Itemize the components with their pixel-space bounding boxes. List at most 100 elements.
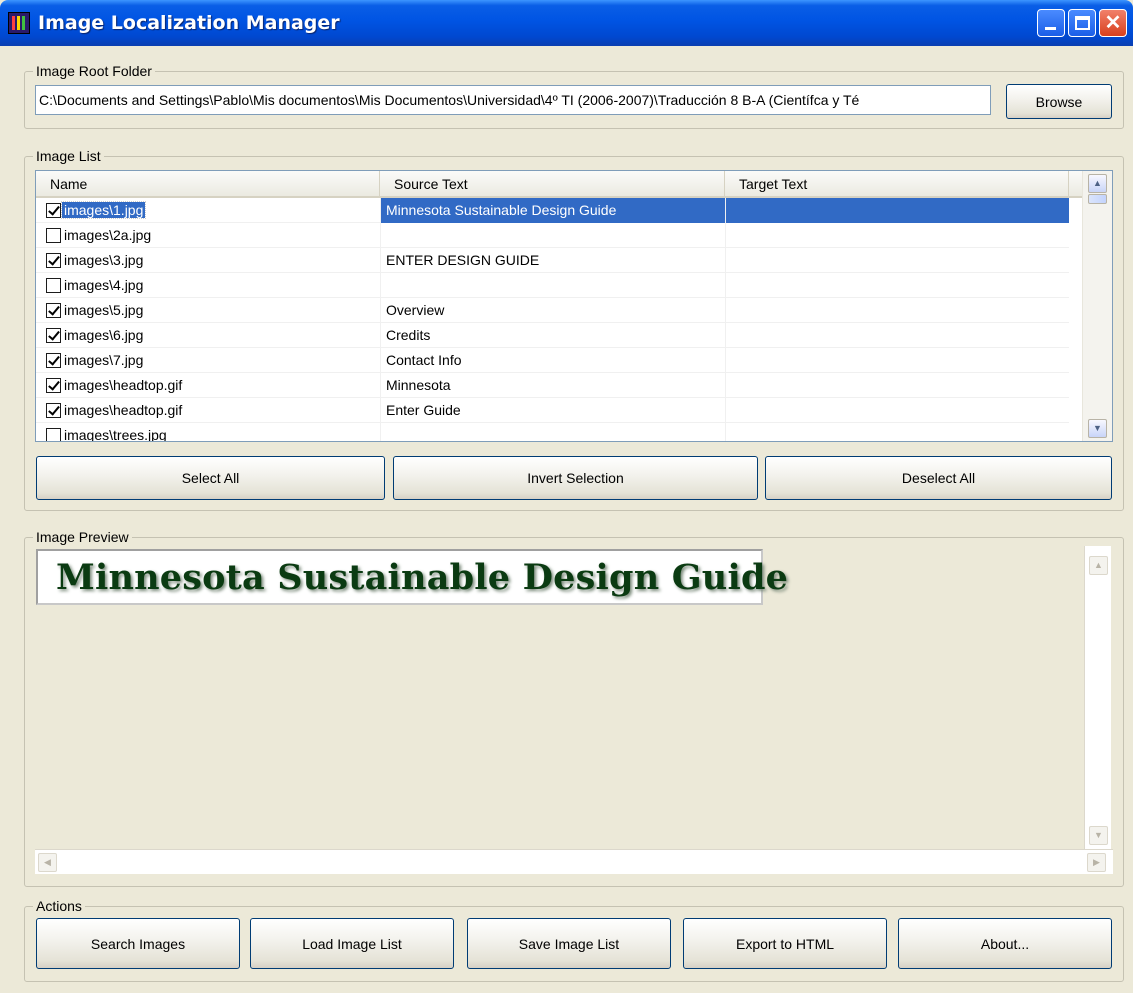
- preview-horizontal-scrollbar[interactable]: ◀ ▶: [35, 849, 1113, 874]
- row-name-text: images\headtop.gif: [64, 402, 183, 418]
- cell-target-text: [725, 373, 1069, 398]
- close-icon: ✕: [1104, 12, 1122, 34]
- maximize-button[interactable]: [1068, 9, 1096, 37]
- preview-vertical-scrollbar[interactable]: ▲ ▼: [1084, 546, 1111, 854]
- row-checkbox[interactable]: [46, 228, 61, 243]
- list-rows: images\1.jpg Minnesota Sustainable Design…: [36, 198, 1069, 442]
- row-name-text: images\5.jpg: [64, 302, 144, 318]
- row-name-text: images\3.jpg: [64, 252, 144, 268]
- cell-target-text: [725, 198, 1069, 223]
- load-image-list-button[interactable]: Load Image List: [250, 918, 454, 969]
- cell-name: images\2a.jpg: [36, 223, 380, 248]
- search-images-button[interactable]: Search Images: [36, 918, 240, 969]
- table-row[interactable]: images\4.jpg: [36, 273, 1069, 298]
- row-name-text: images\trees.jpg: [64, 427, 167, 442]
- invert-selection-button[interactable]: Invert Selection: [393, 456, 758, 500]
- preview-scroll-up-button[interactable]: ▲: [1089, 556, 1108, 575]
- cell-source-text: Overview: [380, 298, 725, 323]
- row-name-text: images\6.jpg: [64, 327, 144, 343]
- actions-group-title: Actions: [33, 898, 85, 914]
- image-list-group-title: Image List: [33, 148, 104, 164]
- window-title: Image Localization Manager: [38, 12, 340, 34]
- cell-source-text: Contact Info: [380, 348, 725, 373]
- row-name-text: images\headtop.gif: [64, 377, 183, 393]
- cell-name: images\trees.jpg: [36, 423, 380, 442]
- image-preview-pane: Minnesota Sustainable Design Guide ▲ ▼ ◀…: [35, 546, 1113, 876]
- select-all-button[interactable]: Select All: [36, 456, 385, 500]
- image-list-view[interactable]: Name Source Text Target Text images\1.jp…: [35, 170, 1113, 442]
- row-checkbox[interactable]: [46, 203, 61, 218]
- cell-name: images\6.jpg: [36, 323, 380, 348]
- preview-scroll-down-button[interactable]: ▼: [1089, 826, 1108, 845]
- list-vertical-scrollbar[interactable]: ▲ ▼: [1082, 171, 1112, 441]
- row-checkbox[interactable]: [46, 303, 61, 318]
- cell-target-text: [725, 223, 1069, 248]
- row-checkbox[interactable]: [46, 278, 61, 293]
- cell-source-text: Credits: [380, 323, 725, 348]
- scroll-thumb[interactable]: [1088, 194, 1107, 204]
- cell-name: images\headtop.gif: [36, 373, 380, 398]
- row-checkbox[interactable]: [46, 378, 61, 393]
- table-row[interactable]: images\5.jpg Overview: [36, 298, 1069, 323]
- cell-name: images\5.jpg: [36, 298, 380, 323]
- table-row[interactable]: images\6.jpg Credits: [36, 323, 1069, 348]
- scroll-down-button[interactable]: ▼: [1088, 419, 1107, 438]
- table-row[interactable]: images\2a.jpg: [36, 223, 1069, 248]
- deselect-all-button[interactable]: Deselect All: [765, 456, 1112, 500]
- row-name-text: images\1.jpg: [60, 201, 147, 219]
- row-name-text: images\2a.jpg: [64, 227, 152, 243]
- root-folder-path-input[interactable]: C:\Documents and Settings\Pablo\Mis docu…: [35, 85, 991, 115]
- app-window: Image Localization Manager ✕ Image Root …: [0, 0, 1133, 993]
- column-header-source-text[interactable]: Source Text: [380, 171, 725, 196]
- preview-scroll-left-button[interactable]: ◀: [38, 853, 57, 872]
- table-row[interactable]: images\headtop.gif Minnesota: [36, 373, 1069, 398]
- cell-source-text: [380, 223, 725, 248]
- cell-name: images\3.jpg: [36, 248, 380, 273]
- column-header-target-text[interactable]: Target Text: [725, 171, 1069, 196]
- cell-source-text: Minnesota: [380, 373, 725, 398]
- table-row[interactable]: images\1.jpg Minnesota Sustainable Design…: [36, 198, 1069, 223]
- cell-source-text: Enter Guide: [380, 398, 725, 423]
- row-checkbox[interactable]: [46, 353, 61, 368]
- row-checkbox[interactable]: [46, 428, 61, 441]
- cell-name: images\4.jpg: [36, 273, 380, 298]
- cell-target-text: [725, 423, 1069, 441]
- row-name-text: images\4.jpg: [64, 277, 144, 293]
- row-checkbox[interactable]: [46, 403, 61, 418]
- table-row[interactable]: images\3.jpg ENTER DESIGN GUIDE: [36, 248, 1069, 273]
- browse-button[interactable]: Browse: [1006, 84, 1112, 119]
- preview-image: Minnesota Sustainable Design Guide: [36, 549, 788, 605]
- preview-scroll-right-button[interactable]: ▶: [1087, 853, 1106, 872]
- cell-target-text: [725, 298, 1069, 323]
- cell-target-text: [725, 273, 1069, 298]
- scroll-up-button[interactable]: ▲: [1088, 174, 1107, 193]
- save-image-list-button[interactable]: Save Image List: [467, 918, 671, 969]
- cell-target-text: [725, 248, 1069, 273]
- column-header-name[interactable]: Name: [36, 171, 380, 196]
- cell-source-text: [380, 423, 725, 441]
- close-button[interactable]: ✕: [1099, 9, 1127, 37]
- table-row[interactable]: images\7.jpg Contact Info: [36, 348, 1069, 373]
- list-header: Name Source Text Target Text: [36, 171, 1082, 198]
- maximize-icon: [1075, 16, 1090, 30]
- cell-target-text: [725, 348, 1069, 373]
- title-bar[interactable]: Image Localization Manager ✕: [0, 0, 1133, 46]
- minimize-icon: [1045, 27, 1056, 30]
- app-icon[interactable]: [8, 12, 30, 34]
- export-to-html-button[interactable]: Export to HTML: [683, 918, 887, 969]
- table-row[interactable]: images\trees.jpg: [36, 423, 1069, 442]
- preview-image-text: Minnesota Sustainable Design Guide: [56, 557, 789, 598]
- row-checkbox[interactable]: [46, 253, 61, 268]
- cell-target-text: [725, 323, 1069, 348]
- minimize-button[interactable]: [1037, 9, 1065, 37]
- cell-source-text: [380, 273, 725, 298]
- root-folder-group-title: Image Root Folder: [33, 63, 155, 79]
- cell-source-text: ENTER DESIGN GUIDE: [380, 248, 725, 273]
- image-preview-group-title: Image Preview: [33, 529, 132, 545]
- about-button[interactable]: About...: [898, 918, 1112, 969]
- cell-source-text: Minnesota Sustainable Design Guide: [380, 198, 725, 223]
- table-row[interactable]: images\headtop.gif Enter Guide: [36, 398, 1069, 423]
- row-name-text: images\7.jpg: [64, 352, 144, 368]
- row-checkbox[interactable]: [46, 328, 61, 343]
- cell-name: images\7.jpg: [36, 348, 380, 373]
